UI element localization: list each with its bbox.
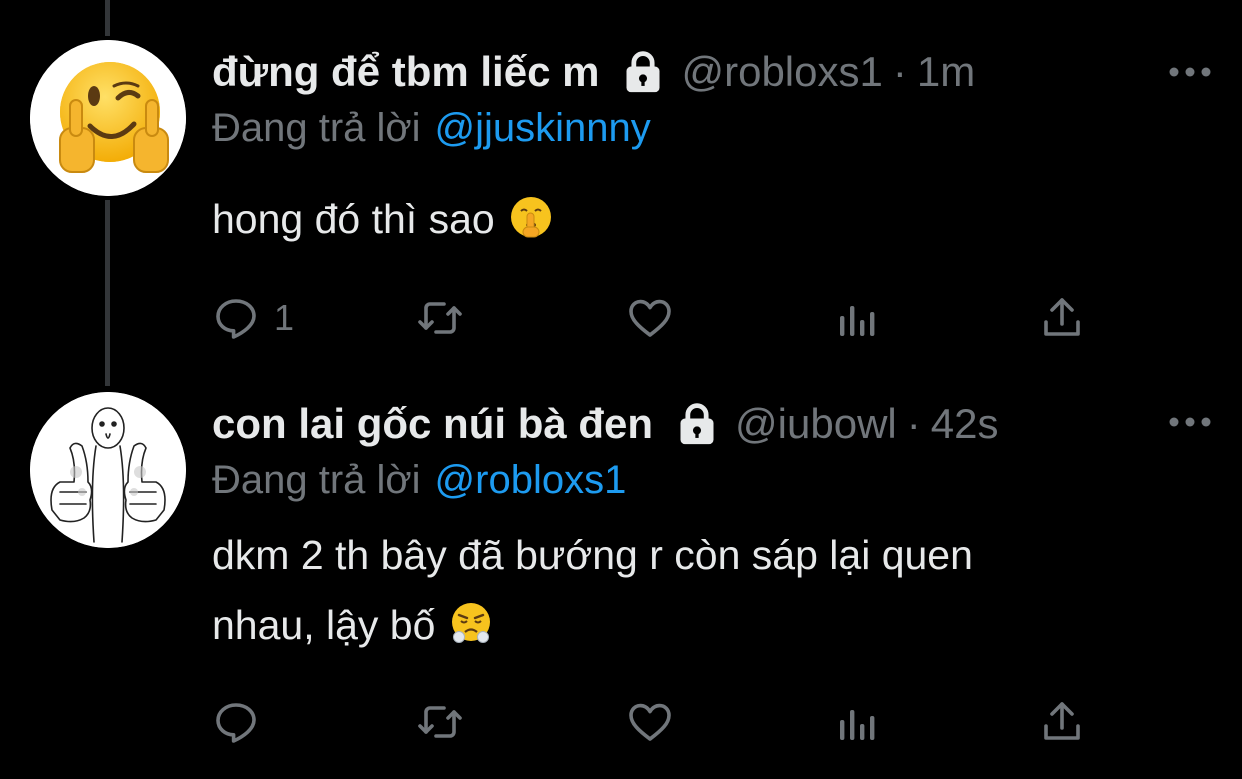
user-handle[interactable]: @robloxs1 xyxy=(681,48,882,96)
reply-mention-link[interactable]: @jjuskinnny xyxy=(435,106,651,150)
analytics-action[interactable] xyxy=(832,288,880,348)
retweet-action[interactable] xyxy=(416,692,464,752)
tweet-actions: 1 xyxy=(212,288,1092,348)
tweet-text-line: dkm 2 th bây đã bướng r còn sáp lại quen xyxy=(212,532,973,578)
tweet-header: đừng để tbm liếc m @robloxs1 · 1m xyxy=(212,40,975,104)
display-name[interactable]: con lai gốc núi bà đen xyxy=(212,400,653,448)
reply-icon xyxy=(216,703,256,743)
analytics-icon xyxy=(840,710,875,740)
tweet-header: con lai gốc núi bà đen @iubowl · 42s xyxy=(212,392,998,456)
tweet-text-line: nhau, lậy bố xyxy=(212,602,436,648)
reply-mention-link[interactable]: @robloxs1 xyxy=(435,458,627,502)
timestamp[interactable]: 42s xyxy=(931,400,999,448)
retweet-icon xyxy=(418,706,462,738)
like-icon xyxy=(629,703,671,741)
separator-dot: · xyxy=(906,400,921,447)
avatar[interactable] xyxy=(30,392,186,548)
thumbs-up-sketch-avatar-icon xyxy=(30,392,186,548)
reply-action[interactable] xyxy=(212,692,274,752)
tweet-actions xyxy=(212,692,1092,752)
replying-to-label: Đang trả lời xyxy=(212,458,421,502)
replying-to-line: Đang trả lời @robloxs1 xyxy=(212,458,626,503)
display-name[interactable]: đừng để tbm liếc m xyxy=(212,48,599,96)
like-icon xyxy=(629,299,671,337)
analytics-icon xyxy=(840,306,875,336)
tweet[interactable]: con lai gốc núi bà đen @iubowl · 42s Đan… xyxy=(0,380,1242,779)
timestamp[interactable]: 1m xyxy=(917,48,975,96)
share-action[interactable] xyxy=(1038,288,1086,348)
retweet-action[interactable] xyxy=(416,288,464,348)
more-options-icon[interactable] xyxy=(1168,412,1212,432)
reply-action[interactable]: 1 xyxy=(212,288,294,348)
tweet-text: dkm 2 th bây đã bướng r còn sáp lại quen… xyxy=(212,520,1172,660)
replying-to-line: Đang trả lời @jjuskinnny xyxy=(212,106,651,151)
share-action[interactable] xyxy=(1038,692,1086,752)
tweet-text: hong đó thì sao xyxy=(212,184,1172,254)
retweet-icon xyxy=(418,302,462,334)
tweet-text-content: hong đó thì sao xyxy=(212,196,495,242)
share-icon xyxy=(1044,298,1080,336)
face-with-steam-from-nose-emoji-icon xyxy=(452,603,491,643)
reply-count: 1 xyxy=(274,297,295,338)
winking-face-avatar-icon xyxy=(30,40,186,196)
separator-dot: · xyxy=(892,48,907,95)
replying-to-label: Đang trả lời xyxy=(212,106,421,150)
lock-icon xyxy=(626,51,660,93)
more-options-icon[interactable] xyxy=(1168,62,1212,82)
lock-icon xyxy=(680,403,714,445)
like-action[interactable] xyxy=(626,692,674,752)
tweet-text-line-with-emoji: nhau, lậy bố xyxy=(212,590,1172,660)
like-action[interactable] xyxy=(626,288,674,348)
analytics-action[interactable] xyxy=(832,692,880,752)
shushing-face-emoji-icon xyxy=(510,197,551,238)
reply-icon xyxy=(216,299,256,339)
tweet[interactable]: đừng để tbm liếc m @robloxs1 · 1m Đang t… xyxy=(0,0,1242,380)
share-icon xyxy=(1044,702,1080,740)
avatar[interactable] xyxy=(30,40,186,196)
user-handle[interactable]: @iubowl xyxy=(735,400,897,448)
